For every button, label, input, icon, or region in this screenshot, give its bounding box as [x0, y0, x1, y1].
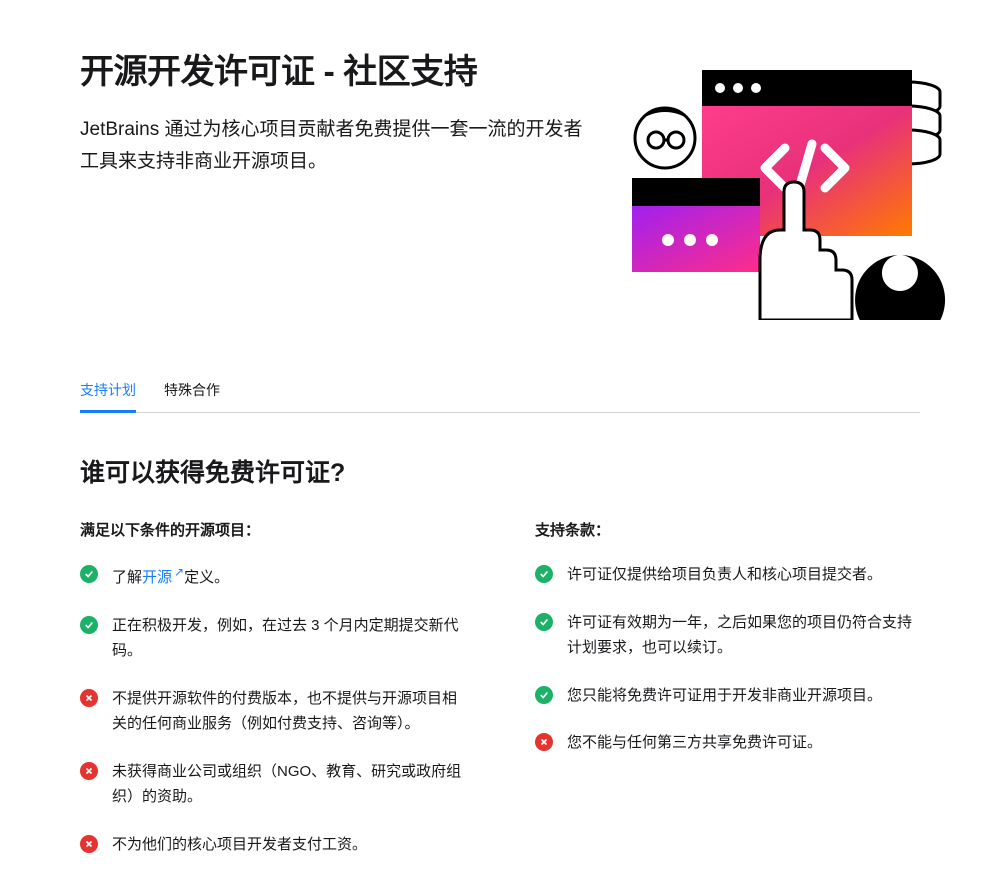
left-column-heading: 满足以下条件的开源项目：	[80, 519, 465, 540]
list-item: 正在积极开发，例如，在过去 3 个月内定期提交新代码。	[80, 613, 465, 664]
hero-illustration	[590, 40, 950, 320]
external-link-icon: ↗	[174, 565, 184, 579]
list-item: 许可证仅提供给项目负责人和核心项目提交者。	[535, 562, 920, 588]
list-item: 您只能将免费许可证用于开发非商业开源项目。	[535, 683, 920, 709]
cross-icon	[80, 762, 98, 780]
page-subtitle: JetBrains 通过为核心项目贡献者免费提供一套一流的开发者工具来支持非商业…	[80, 114, 590, 179]
list-item-text: 了解开源↗定义。	[112, 562, 465, 591]
tab-support-plan[interactable]: 支持计划	[80, 380, 136, 412]
list-item: 未获得商业公司或组织（NGO、教育、研究或政府组织）的资助。	[80, 759, 465, 810]
open-source-link[interactable]: 开源↗	[142, 569, 184, 586]
section-heading: 谁可以获得免费许可证?	[80, 453, 920, 489]
list-item-text: 未获得商业公司或组织（NGO、教育、研究或政府组织）的资助。	[112, 759, 465, 810]
list-item: 不提供开源软件的付费版本，也不提供与开源项目相关的任何商业服务（例如付费支持、咨…	[80, 686, 465, 737]
list-item: 不为他们的核心项目开发者支付工资。	[80, 832, 465, 858]
check-icon	[535, 686, 553, 704]
cross-icon	[80, 689, 98, 707]
tab-special-cooperation[interactable]: 特殊合作	[164, 380, 220, 412]
check-icon	[535, 613, 553, 631]
check-icon	[80, 565, 98, 583]
list-item-text: 不为他们的核心项目开发者支付工资。	[112, 832, 465, 858]
list-item: 您不能与任何第三方共享免费许可证。	[535, 730, 920, 756]
check-icon	[80, 616, 98, 634]
list-item-text: 您只能将免费许可证用于开发非商业开源项目。	[567, 683, 920, 709]
check-icon	[535, 565, 553, 583]
cross-icon	[535, 733, 553, 751]
list-item-text: 您不能与任何第三方共享免费许可证。	[567, 730, 920, 756]
list-item-text: 许可证仅提供给项目负责人和核心项目提交者。	[567, 562, 920, 588]
list-item-text: 不提供开源软件的付费版本，也不提供与开源项目相关的任何商业服务（例如付费支持、咨…	[112, 686, 465, 737]
list-item-text: 正在积极开发，例如，在过去 3 个月内定期提交新代码。	[112, 613, 465, 664]
tabs-bar: 支持计划 特殊合作	[80, 380, 920, 413]
list-item: 许可证有效期为一年，之后如果您的项目仍符合支持计划要求，也可以续订。	[535, 610, 920, 661]
right-column-heading: 支持条款：	[535, 519, 920, 540]
list-item: 了解开源↗定义。	[80, 562, 465, 591]
page-title: 开源开发许可证 - 社区支持	[80, 50, 590, 94]
cross-icon	[80, 835, 98, 853]
list-item-text: 许可证有效期为一年，之后如果您的项目仍符合支持计划要求，也可以续订。	[567, 610, 920, 661]
